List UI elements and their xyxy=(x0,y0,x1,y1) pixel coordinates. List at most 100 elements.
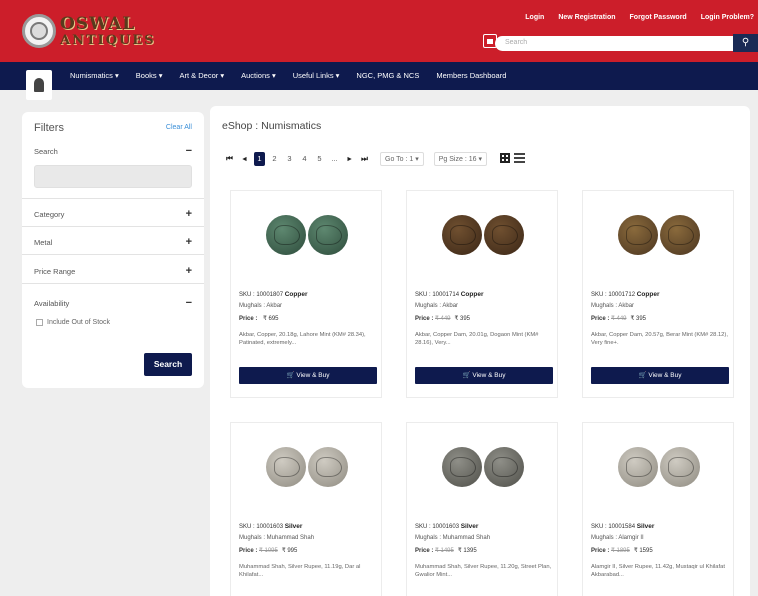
product-image[interactable] xyxy=(407,423,559,511)
filter-price-header[interactable]: Price Range + xyxy=(34,265,192,277)
expand-icon[interactable]: + xyxy=(186,265,192,277)
coin-obverse-image xyxy=(618,447,658,487)
product-sku: SKU : 10001584 Silver xyxy=(591,523,655,530)
nav-members-dashboard[interactable]: Members Dashboard xyxy=(436,71,506,80)
product-price: Price : ₹ 695 xyxy=(239,316,279,322)
product-card[interactable]: SKU : 10001603 Silver Mughals : Muhammad… xyxy=(406,422,558,596)
divider xyxy=(22,198,204,199)
product-sku: SKU : 10001603 Silver xyxy=(239,523,303,530)
site-header: OSWAL ANTIQUES Login New Registration Fo… xyxy=(0,0,758,62)
product-metal: Copper xyxy=(284,291,308,298)
site-logo[interactable]: OSWAL ANTIQUES xyxy=(22,14,156,48)
pagination: ⏮ ◂ 1 2 3 4 5 ... ▸ ⏭ Go To : 1 ▾ Pg Siz… xyxy=(224,152,487,166)
login-problem-link[interactable]: Login Problem? xyxy=(701,14,754,21)
page-1-button[interactable]: 1 xyxy=(254,152,265,166)
product-price: Price : ₹ 1895 ₹ 1595 xyxy=(591,548,653,554)
nav-art-decor[interactable]: Art & Decor ▾ xyxy=(179,71,224,80)
nav-books[interactable]: Books ▾ xyxy=(136,71,163,80)
filter-availability-header[interactable]: Availability − xyxy=(34,297,192,309)
account-links: Login New Registration Forgot Password L… xyxy=(525,14,754,21)
product-description: Muhammad Shah, Silver Rupee, 11.20g, Str… xyxy=(415,564,552,579)
product-image[interactable] xyxy=(407,191,559,279)
product-card[interactable]: SKU : 10001714 Copper Mughals : Akbar Pr… xyxy=(406,190,558,398)
include-out-of-stock-label: Include Out of Stock xyxy=(47,319,111,326)
product-description: Akbar, Copper Dam, 20.57g, Berar Mint (K… xyxy=(591,332,728,347)
coin-reverse-image xyxy=(308,215,348,255)
old-price: ₹ 1895 xyxy=(611,548,630,554)
page-2-button[interactable]: 2 xyxy=(269,152,280,166)
forgot-password-link[interactable]: Forgot Password xyxy=(630,14,687,21)
current-price: ₹ 395 xyxy=(630,316,647,322)
user-avatar-icon[interactable] xyxy=(26,70,52,100)
checkbox-icon[interactable] xyxy=(36,319,43,326)
collapse-icon[interactable]: − xyxy=(186,145,192,157)
include-out-of-stock-checkbox[interactable]: Include Out of Stock xyxy=(36,319,110,326)
site-search-button[interactable]: ⚲ xyxy=(733,34,758,52)
product-card[interactable]: SKU : 10001584 Silver Mughals : Alamgir … xyxy=(582,422,734,596)
filter-metal-label: Metal xyxy=(34,238,53,247)
filter-category-header[interactable]: Category + xyxy=(34,208,192,220)
filter-search-button[interactable]: Search xyxy=(144,353,192,376)
coin-reverse-image xyxy=(308,447,348,487)
next-page-button[interactable]: ▸ xyxy=(344,152,355,166)
page-3-button[interactable]: 3 xyxy=(284,152,295,166)
product-description: Akbar, Copper, 20.18g, Lahore Mint (KM# … xyxy=(239,332,366,347)
product-price: Price : ₹ 449 ₹ 395 xyxy=(591,316,647,322)
page-4-button[interactable]: 4 xyxy=(299,152,310,166)
product-card[interactable]: SKU : 10001603 Silver Mughals : Muhammad… xyxy=(230,422,382,596)
coin-reverse-image xyxy=(484,215,524,255)
view-buy-button[interactable]: 🛒 View & Buy xyxy=(239,367,377,384)
last-page-button[interactable]: ⏭ xyxy=(359,152,370,166)
logo-emblem-icon xyxy=(22,14,56,48)
current-price: ₹ 1395 xyxy=(457,548,477,554)
list-view-icon[interactable] xyxy=(514,153,525,163)
product-image[interactable] xyxy=(583,423,735,511)
grid-view-icon[interactable] xyxy=(500,153,510,163)
divider xyxy=(22,226,204,227)
prev-page-button[interactable]: ◂ xyxy=(239,152,250,166)
logo-word-oswal: OSWAL xyxy=(60,13,136,34)
product-price: Price : ₹ 449 ₹ 395 xyxy=(415,316,471,322)
new-registration-link[interactable]: New Registration xyxy=(558,14,615,21)
collapse-icon[interactable]: − xyxy=(186,297,192,309)
product-image[interactable] xyxy=(231,191,383,279)
view-buy-button[interactable]: 🛒 View & Buy xyxy=(415,367,553,384)
old-price: ₹ 1095 xyxy=(259,548,278,554)
product-metal: Copper xyxy=(460,291,484,298)
product-card[interactable]: SKU : 10001807 Copper Mughals : Akbar Pr… xyxy=(230,190,382,398)
nav-auctions[interactable]: Auctions ▾ xyxy=(241,71,276,80)
current-price: ₹ 695 xyxy=(263,316,279,322)
expand-icon[interactable]: + xyxy=(186,236,192,248)
product-sku: SKU : 10001714 Copper xyxy=(415,291,484,298)
login-link[interactable]: Login xyxy=(525,14,544,21)
product-image[interactable] xyxy=(583,191,735,279)
coin-reverse-image xyxy=(484,447,524,487)
divider xyxy=(22,254,204,255)
product-card[interactable]: SKU : 10001712 Copper Mughals : Akbar Pr… xyxy=(582,190,734,398)
goto-page-select[interactable]: Go To : 1 ▾ xyxy=(380,152,424,166)
view-buy-button[interactable]: 🛒 View & Buy xyxy=(591,367,729,384)
filter-search-input[interactable] xyxy=(34,165,192,188)
filter-metal-header[interactable]: Metal + xyxy=(34,236,192,248)
product-image[interactable] xyxy=(231,423,383,511)
product-category: Mughals : Akbar xyxy=(415,303,459,309)
product-metal: Silver xyxy=(460,523,479,530)
nav-numismatics[interactable]: Numismatics ▾ xyxy=(70,71,119,80)
first-page-button[interactable]: ⏮ xyxy=(224,152,235,166)
expand-icon[interactable]: + xyxy=(186,208,192,220)
product-metal: Copper xyxy=(636,291,660,298)
page-5-button[interactable]: 5 xyxy=(314,152,325,166)
clear-all-link[interactable]: Clear All xyxy=(166,124,192,131)
product-sku: SKU : 10001712 Copper xyxy=(591,291,660,298)
site-search-input[interactable]: Search xyxy=(495,36,745,51)
product-listing: eShop : Numismatics ⏮ ◂ 1 2 3 4 5 ... ▸ … xyxy=(210,106,750,596)
nav-useful-links[interactable]: Useful Links ▾ xyxy=(293,71,340,80)
filter-search-header[interactable]: Search − xyxy=(34,145,192,157)
product-description: Akbar, Copper Dam, 20.01g, Dogaon Mint (… xyxy=(415,332,539,347)
current-price: ₹ 1595 xyxy=(633,548,653,554)
nav-ngc-pmg-ncs[interactable]: NGC, PMG & NCS xyxy=(356,71,419,80)
filter-price-label: Price Range xyxy=(34,267,76,276)
filters-panel: Filters Clear All Search − Category + Me… xyxy=(22,112,204,388)
product-price: Price : ₹ 1095 ₹ 995 xyxy=(239,548,298,554)
page-size-select[interactable]: Pg Size : 16 ▾ xyxy=(433,152,487,166)
